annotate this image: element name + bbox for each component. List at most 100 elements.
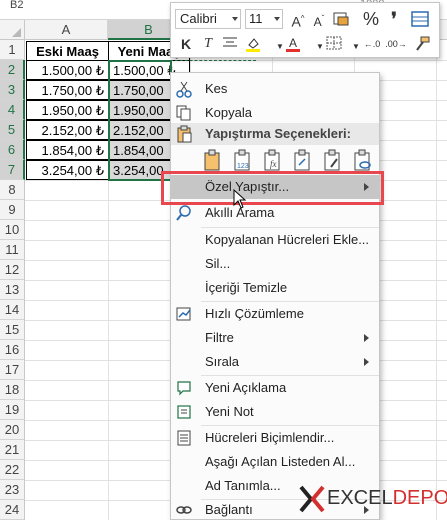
mouse-cursor-icon [233,188,247,212]
font-color-icon[interactable]: A [283,33,305,55]
menu-label: Hızlı Çözümleme [205,306,304,321]
paste-options-heading: Yapıştırma Seçenekleri: [171,123,379,145]
menu-item-clear-contents[interactable]: İçeriği Temizle [171,276,379,300]
row-header-11[interactable]: 11 [0,240,25,260]
increase-font-icon[interactable]: A^ [287,8,309,30]
context-menu: Kes Kopyala Yapıştırma Seçenekleri: 123 … [170,72,380,520]
font-size-value: 11 [249,11,263,26]
comma-style-button[interactable]: ❜ [383,8,405,30]
cell-a5[interactable]: 2.152,00 ₺ [26,120,109,140]
select-all-corner[interactable] [0,20,25,40]
increase-decimal-icon[interactable]: ←.0 [361,33,383,55]
search-icon [175,204,193,222]
menu-label: Aşağı Açılan Listeden Al... [205,454,356,469]
link-icon [175,501,193,519]
copy-icon [175,104,193,122]
copy-marquee [170,60,256,61]
row-header-6[interactable]: 6 [0,140,25,160]
align-center-icon[interactable] [219,33,241,55]
menu-label: Kopyala [205,105,252,120]
menu-item-format-cells[interactable]: Hücreleri Biçimlendir... [171,426,379,450]
name-box[interactable]: B2 [2,0,54,10]
column-header-a[interactable]: A [25,20,108,40]
font-size-box[interactable]: 11 [245,9,283,29]
selected-range [108,60,172,181]
row-header-8[interactable]: 8 [0,180,25,200]
logo-word-depo: DEPO [392,487,447,509]
row-header-10[interactable]: 10 [0,220,25,240]
row-header-23[interactable]: 23 [0,480,25,500]
row-header-18[interactable]: 18 [0,380,25,400]
cell-a6[interactable]: 1.854,00 ₺ [26,140,109,160]
format-painter-icon[interactable] [411,33,433,55]
row-header-1[interactable]: 1 [0,40,25,60]
font-name-box[interactable]: Calibri [175,9,241,29]
menu-item-pick-from-list[interactable]: Aşağı Açılan Listeden Al... [171,450,379,474]
bold-button[interactable]: K [175,33,197,55]
menu-label: Kopyalanan Hücreleri Ekle... [205,232,370,247]
cell-a3[interactable]: 1.750,00 ₺ [26,80,109,100]
menu-item-cut[interactable]: Kes [171,77,379,101]
chevron-down-icon [232,17,238,21]
menu-item-insert-copied-cells[interactable]: Kopyalanan Hücreleri Ekle... [171,228,379,252]
menu-item-delete[interactable]: Sil... [171,252,379,276]
row-header-7[interactable]: 7 [0,160,25,180]
row-header-24[interactable]: 24 [0,500,25,520]
menu-item-copy[interactable]: Kopyala [171,101,379,125]
svg-text:A: A [289,36,297,50]
format-table-icon[interactable] [409,8,431,30]
note-icon [175,403,193,421]
menu-label: Yeni Not [205,404,254,419]
annotation-highlight-box [161,171,384,205]
row-header-3[interactable]: 3 [0,80,25,100]
scissors-icon [175,80,193,98]
menu-label: Bağlantı [205,502,253,517]
row-header-16[interactable]: 16 [0,340,25,360]
chevron-right-icon [364,334,369,342]
mini-toolbar: Calibri 11 A^ Aˇ % ❜ K T ▼ A ▼ ▼ ←.0 .00… [170,2,440,58]
chevron-down-icon [274,17,280,21]
row-header-21[interactable]: 21 [0,440,25,460]
row-header-12[interactable]: 12 [0,260,25,280]
svg-text:fx: fx [270,159,277,169]
quick-analysis-icon [175,305,193,323]
fill-color-icon[interactable] [243,33,265,55]
excel-depo-logo: EXCELDEPO [299,485,447,515]
grid-line [436,40,437,520]
row-header-5[interactable]: 5 [0,120,25,140]
menu-label: Kes [205,81,228,96]
menu-item-new-note[interactable]: Yeni Not [171,400,379,424]
menu-label: Filtre [205,330,234,345]
cell-a7[interactable]: 3.254,00 ₺ [26,160,109,180]
logo-text: EXCELDEPO [327,487,447,510]
row-header-2[interactable]: 2 [0,60,25,80]
menu-item-new-comment[interactable]: Yeni Açıklama [171,376,379,400]
number-format-icon[interactable] [331,8,353,30]
borders-icon[interactable] [323,33,345,55]
cell-a2[interactable]: 1.500,00 ₺ [26,60,109,80]
row-header-20[interactable]: 20 [0,420,25,440]
menu-label: Hücreleri Biçimlendir... [205,430,335,445]
percent-style-button[interactable]: % [360,8,382,30]
comment-icon [175,379,193,397]
format-cells-icon [175,429,193,447]
italic-button[interactable]: T [197,33,219,55]
menu-item-sort[interactable]: Sırala [171,350,379,374]
menu-label: İçeriği Temizle [205,280,288,295]
decrease-font-icon[interactable]: Aˇ [308,8,330,30]
row-header-13[interactable]: 13 [0,280,25,300]
row-header-17[interactable]: 17 [0,360,25,380]
menu-label: Yeni Açıklama [205,380,287,395]
cell-a4[interactable]: 1.950,00 ₺ [26,100,109,120]
row-header-4[interactable]: 4 [0,100,25,120]
row-header-14[interactable]: 14 [0,300,25,320]
row-header-15[interactable]: 15 [0,320,25,340]
row-header-9[interactable]: 9 [0,200,25,220]
decrease-decimal-icon[interactable]: .00→ [385,33,407,55]
menu-item-quick-analysis[interactable]: Hızlı Çözümleme [171,302,379,326]
menu-item-filter[interactable]: Filtre [171,326,379,350]
menu-label: Ad Tanımla... [205,478,281,493]
row-header-19[interactable]: 19 [0,400,25,420]
row-header-22[interactable]: 22 [0,460,25,480]
cell-a1[interactable]: Eski Maaş [26,41,109,61]
